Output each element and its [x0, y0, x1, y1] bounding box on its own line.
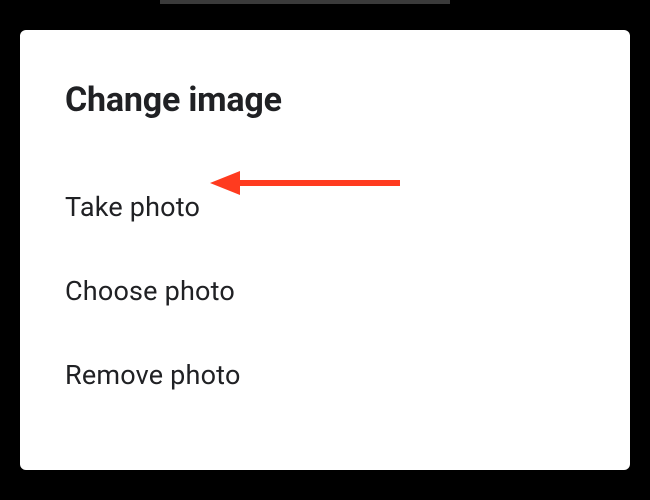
take-photo-option[interactable]: Take photo — [65, 165, 585, 249]
option-label: Take photo — [65, 191, 200, 223]
option-label: Remove photo — [65, 359, 241, 391]
option-label: Choose photo — [65, 275, 235, 307]
remove-photo-option[interactable]: Remove photo — [65, 333, 585, 417]
choose-photo-option[interactable]: Choose photo — [65, 249, 585, 333]
change-image-dialog: Change image Take photo Choose photo Rem… — [20, 30, 630, 470]
status-bar-segment — [160, 0, 450, 4]
dialog-title: Change image — [65, 80, 585, 120]
